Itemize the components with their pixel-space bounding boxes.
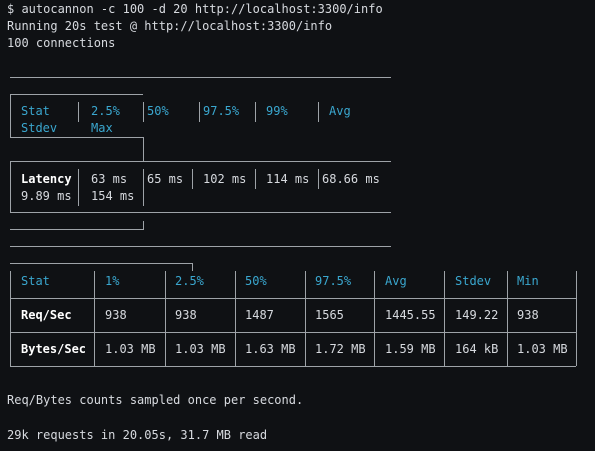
- latency-header-avg: Avg: [329, 104, 351, 118]
- table-border: [10, 77, 391, 78]
- table-border: [199, 102, 200, 122]
- table-border: [318, 102, 319, 122]
- latency-header-max: Max: [91, 121, 113, 135]
- bytes-sec-min: 1.03 MB: [517, 342, 568, 356]
- table-border: [192, 169, 193, 189]
- sampled-note: Req/Bytes counts sampled once per second…: [7, 393, 304, 407]
- req-sec-p1: 938: [105, 308, 127, 322]
- latency-value-p50: 65 ms: [147, 172, 184, 186]
- latency-header-p97-5: 97.5%: [203, 104, 240, 118]
- latency-value-p99: 114 ms: [266, 172, 310, 186]
- req-sec-stdev: 149.22: [455, 308, 499, 322]
- latency-header-stdev: Stdev: [21, 121, 58, 135]
- req-sec-label: Req/Sec: [21, 308, 72, 322]
- table-border: [143, 186, 144, 206]
- table-border: [255, 169, 256, 189]
- throughput-header-min: Min: [517, 274, 539, 288]
- table-border: [444, 271, 445, 366]
- latency-value-avg: 68.66 ms: [322, 172, 380, 186]
- table-border: [165, 271, 166, 366]
- table-border: [10, 366, 576, 367]
- table-border: [94, 271, 95, 366]
- latency-header-stat: Stat: [21, 104, 50, 118]
- table-border: [10, 246, 391, 247]
- throughput-header-avg: Avg: [385, 274, 407, 288]
- table-border: [10, 212, 391, 213]
- table-border: [192, 263, 193, 271]
- running-line: Running 20s test @ http://localhost:3300…: [7, 19, 333, 33]
- table-border: [10, 137, 143, 138]
- throughput-header-p50: 50%: [245, 274, 267, 288]
- req-sec-p50: 1487: [245, 308, 274, 322]
- bytes-sec-stdev: 164 kB: [455, 342, 499, 356]
- summary-line: 29k requests in 20.05s, 31.7 MB read: [7, 428, 268, 442]
- latency-header-p2-5: 2.5%: [91, 104, 120, 118]
- table-border: [143, 137, 144, 161]
- bytes-sec-p2-5: 1.03 MB: [175, 342, 226, 356]
- latency-header-p50: 50%: [147, 104, 169, 118]
- bytes-sec-avg: 1.59 MB: [385, 342, 436, 356]
- table-border: [10, 263, 192, 264]
- throughput-header-p2-5: 2.5%: [175, 274, 204, 288]
- table-border: [10, 271, 11, 366]
- table-border: [255, 102, 256, 122]
- table-border: [10, 94, 11, 137]
- throughput-header-stat: Stat: [21, 274, 50, 288]
- req-sec-p97-5: 1565: [315, 308, 344, 322]
- connections-line: 100 connections: [7, 36, 116, 50]
- latency-value-stdev: 9.89 ms: [21, 189, 72, 203]
- latency-value-max: 154 ms: [91, 189, 135, 203]
- bytes-sec-p1: 1.03 MB: [105, 342, 156, 356]
- req-sec-avg: 1445.55: [385, 308, 436, 322]
- latency-value-p97-5: 102 ms: [203, 172, 247, 186]
- throughput-header-p97-5: 97.5%: [315, 274, 352, 288]
- latency-header-p99: 99%: [266, 104, 288, 118]
- table-border: [78, 186, 79, 206]
- table-border: [10, 161, 391, 162]
- table-border: [10, 94, 143, 95]
- table-border: [10, 161, 11, 212]
- terminal-window[interactable]: $ autocannon -c 100 -d 20 http://localho…: [0, 0, 595, 451]
- table-border: [10, 229, 143, 230]
- table-border: [576, 271, 577, 366]
- table-border: [305, 271, 306, 366]
- table-border: [78, 102, 79, 122]
- table-border: [374, 271, 375, 366]
- table-border: [235, 271, 236, 366]
- command-line: $ autocannon -c 100 -d 20 http://localho…: [7, 2, 383, 16]
- table-border: [143, 102, 144, 122]
- table-border: [318, 169, 319, 189]
- table-border: [507, 271, 508, 366]
- req-sec-min: 938: [517, 308, 539, 322]
- bytes-sec-p97-5: 1.72 MB: [315, 342, 366, 356]
- req-sec-p2-5: 938: [175, 308, 197, 322]
- table-border: [143, 221, 144, 230]
- bytes-sec-p50: 1.63 MB: [245, 342, 296, 356]
- throughput-header-p1: 1%: [105, 274, 120, 288]
- latency-value-p2-5: 63 ms: [91, 172, 128, 186]
- bytes-sec-label: Bytes/Sec: [21, 342, 87, 356]
- latency-row-label: Latency: [21, 172, 72, 186]
- throughput-header-stdev: Stdev: [455, 274, 492, 288]
